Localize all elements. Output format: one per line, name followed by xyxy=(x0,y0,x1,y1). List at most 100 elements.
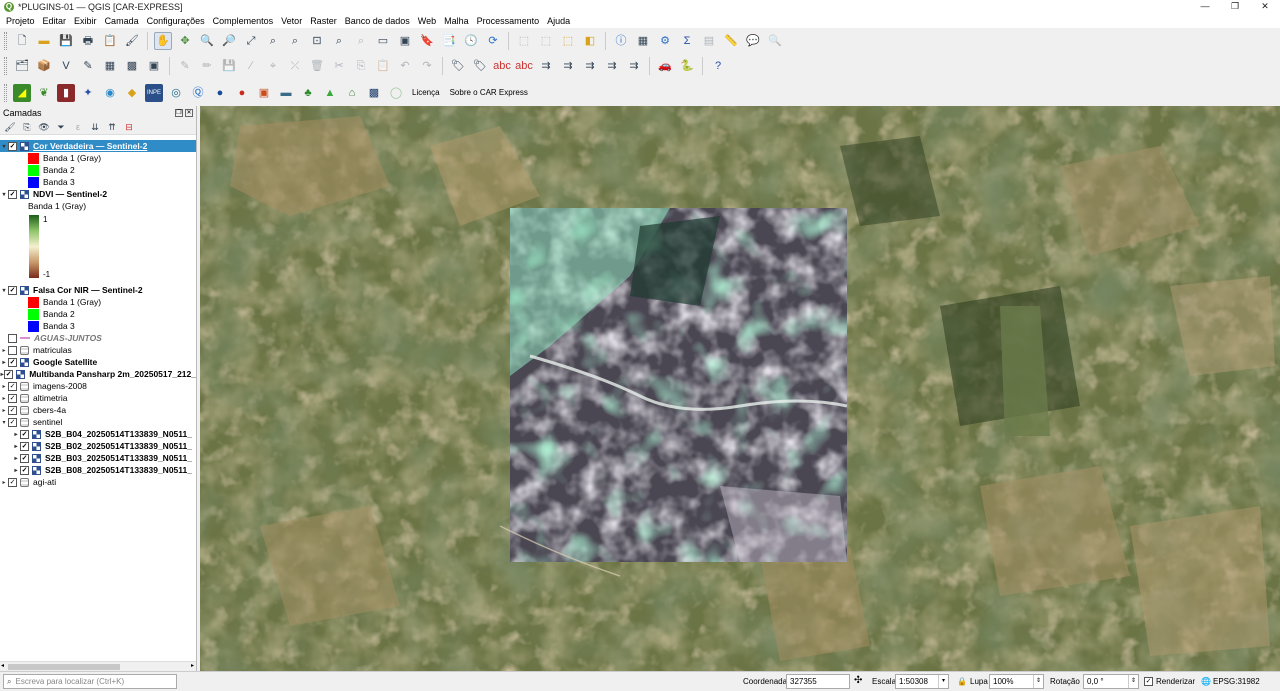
group-cbers-4a[interactable]: ▸ ✓ cbers-4a xyxy=(0,404,196,416)
plugin-radar-icon[interactable]: ◎ xyxy=(167,84,185,102)
save-edits-icon[interactable]: 💾 xyxy=(220,57,238,75)
new-geopackage-icon[interactable]: 📦 xyxy=(35,57,53,75)
layer-checkbox[interactable]: ✓ xyxy=(20,453,29,463)
lock-icon[interactable]: 🔒 xyxy=(957,677,967,686)
menu-projeto[interactable]: Projeto xyxy=(2,16,39,26)
menu-editar[interactable]: Editar xyxy=(39,16,71,26)
plugin-earth-icon[interactable]: ● xyxy=(211,84,229,102)
map-canvas[interactable] xyxy=(200,106,1280,671)
expand-arrow-icon[interactable]: ▸ xyxy=(0,407,8,414)
pan-to-selection-icon[interactable]: ✥ xyxy=(176,32,194,50)
layer-checkbox[interactable]: ✓ xyxy=(8,405,17,415)
layer-checkbox[interactable]: ✓ xyxy=(8,189,17,199)
plugin-landsat-icon[interactable]: ▬ xyxy=(277,84,295,102)
select-features-icon[interactable]: ⬚ xyxy=(515,32,533,50)
filter-expression-icon[interactable]: ε xyxy=(71,120,85,134)
plugin-house-icon[interactable]: ⌂ xyxy=(343,84,361,102)
layer-checkbox[interactable] xyxy=(8,345,17,355)
close-button[interactable]: ✕ xyxy=(1250,0,1280,13)
layer-checkbox[interactable] xyxy=(8,333,17,343)
render-checkbox[interactable]: ✓ xyxy=(1144,677,1153,686)
expand-all-icon[interactable]: ⇊ xyxy=(88,120,102,134)
layer-s2b-b03[interactable]: ▸ ✓ S2B_B03_20250514T133839_N0511_ xyxy=(0,452,196,464)
layer-checkbox[interactable]: ✓ xyxy=(4,369,14,379)
maximize-button[interactable]: ❐ xyxy=(1220,0,1250,13)
new-project-icon[interactable]: 🗋 xyxy=(13,32,31,50)
plugin-tree-icon[interactable]: ♣ xyxy=(299,84,317,102)
layer-checkbox[interactable]: ✓ xyxy=(8,477,17,487)
temporal-controller-icon[interactable]: 🕓 xyxy=(462,32,480,50)
plugin-forest-icon[interactable]: ▲ xyxy=(321,84,339,102)
layer-aguas-juntos[interactable]: AGUAS-JUNTOS xyxy=(0,332,196,344)
python-console-icon[interactable]: 🐍 xyxy=(678,57,696,75)
zoom-next-icon[interactable]: ⌕ xyxy=(352,32,370,50)
remove-layer-icon[interactable]: ⊟ xyxy=(122,120,136,134)
change-label-icon[interactable]: ⇉ xyxy=(581,57,599,75)
layer-cor-verdadeira[interactable]: ▾ ✓ Cor Verdadeira — Sentinel-2 xyxy=(0,140,196,152)
expand-arrow-icon[interactable]: ▸ xyxy=(0,347,8,354)
rotate-label-icon[interactable]: ⇉ xyxy=(559,57,577,75)
settings-gear-icon[interactable]: ⚙ xyxy=(656,32,674,50)
expand-arrow-icon[interactable]: ▸ xyxy=(0,479,8,486)
expand-arrow-icon[interactable]: ▾ xyxy=(0,287,8,294)
layer-checkbox[interactable]: ✓ xyxy=(8,417,17,427)
menu-raster[interactable]: Raster xyxy=(306,16,341,26)
layer-checkbox[interactable]: ✓ xyxy=(20,441,29,451)
identify-icon[interactable]: ⓘ xyxy=(612,32,630,50)
plugin-search-icon[interactable]: Ⓠ xyxy=(189,84,207,102)
layer-s2b-b02[interactable]: ▸ ✓ S2B_B02_20250514T133839_N0511_ xyxy=(0,440,196,452)
highlight-labels-icon[interactable]: abc xyxy=(493,57,511,75)
scale-combobox[interactable]: 1:50308 ▾ xyxy=(895,674,949,689)
minimize-button[interactable]: — xyxy=(1190,0,1220,13)
collapse-all-icon[interactable]: ⇈ xyxy=(105,120,119,134)
label-props-icon[interactable]: ⇉ xyxy=(603,57,621,75)
toolbar-grip[interactable] xyxy=(4,83,7,102)
add-mesh-icon[interactable]: ▦ xyxy=(101,57,119,75)
deselect-all-icon[interactable]: ⬚ xyxy=(559,32,577,50)
help-icon[interactable]: ? xyxy=(709,57,727,75)
expand-arrow-icon[interactable]: ▾ xyxy=(0,191,8,198)
plugin-image-icon[interactable]: ▩ xyxy=(365,84,383,102)
expand-arrow-icon[interactable]: ▸ xyxy=(0,383,8,390)
menu-configuracoes[interactable]: Configurações xyxy=(143,16,209,26)
add-virtual-layer-icon[interactable]: ▩ xyxy=(123,57,141,75)
group-agi-ati[interactable]: ▸ ✓ agi-ati xyxy=(0,476,196,488)
menu-malha[interactable]: Malha xyxy=(440,16,473,26)
group-sentinel[interactable]: ▾ ✓ sentinel xyxy=(0,416,196,428)
gps-tracking-icon[interactable]: 🚗 xyxy=(656,57,674,75)
menu-vetor[interactable]: Vetor xyxy=(277,16,306,26)
expand-arrow-icon[interactable]: ▸ xyxy=(12,455,20,462)
digitize-icon[interactable]: ∕ xyxy=(242,57,260,75)
menu-processamento[interactable]: Processamento xyxy=(473,16,544,26)
pin-labels-icon[interactable]: 🏷 xyxy=(471,57,489,75)
modify-attributes-icon[interactable]: ⤫ xyxy=(286,57,304,75)
open-table-icon[interactable]: ▤ xyxy=(700,32,718,50)
scroll-left-icon[interactable]: ◂ xyxy=(1,662,4,669)
zoom-layer-icon[interactable]: ⌕ xyxy=(286,32,304,50)
new-bookmark-icon[interactable]: 🔖 xyxy=(418,32,436,50)
layer-google-satellite[interactable]: ▸ ✓ Google Satellite xyxy=(0,356,196,368)
zoom-out-icon[interactable]: 🔎 xyxy=(220,32,238,50)
expand-arrow-icon[interactable]: ▸ xyxy=(0,395,8,402)
crs-globe-icon[interactable]: 🌐 xyxy=(1201,677,1211,686)
layer-checkbox[interactable]: ✓ xyxy=(8,141,17,151)
add-vector-icon[interactable]: V xyxy=(57,57,75,75)
coordinate-field[interactable]: 327355 8032012 xyxy=(786,674,850,691)
menu-web[interactable]: Web xyxy=(414,16,440,26)
layer-styling-icon[interactable]: 🖌 xyxy=(3,120,17,134)
rotation-spinbox[interactable]: 0,0 ° ⇕ xyxy=(1083,674,1139,689)
group-altimetria[interactable]: ▸ ✓ altimetria xyxy=(0,392,196,404)
layer-checkbox[interactable]: ✓ xyxy=(8,285,17,295)
add-raster-icon[interactable]: ✎ xyxy=(79,57,97,75)
paste-features-icon[interactable]: 📋 xyxy=(374,57,392,75)
filter-legend-icon[interactable]: ⏷ xyxy=(54,120,68,134)
select-location-icon[interactable]: ◧ xyxy=(581,32,599,50)
layer-tree-hscrollbar[interactable]: ◂ ▸ xyxy=(0,661,196,671)
group-imagens-2008[interactable]: ▸ ✓ imagens-2008 xyxy=(0,380,196,392)
spin-arrows-icon[interactable]: ⇕ xyxy=(1128,675,1138,688)
expand-arrow-icon[interactable]: ▸ xyxy=(12,443,20,450)
show-bookmarks-icon[interactable]: 📑 xyxy=(440,32,458,50)
style-manager-icon[interactable]: 🖌 xyxy=(123,32,141,50)
current-edits-icon[interactable]: ✎ xyxy=(176,57,194,75)
pan-map-icon[interactable]: ✋ xyxy=(154,31,172,50)
